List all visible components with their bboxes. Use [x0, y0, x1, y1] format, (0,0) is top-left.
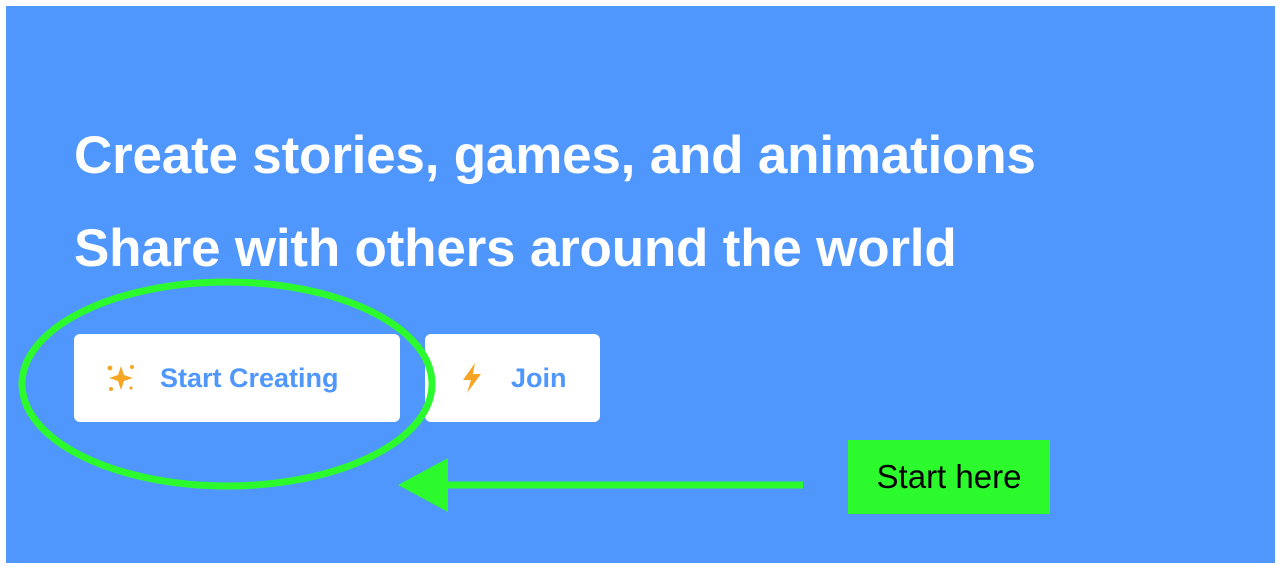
- start-here-text: Start here: [876, 458, 1022, 495]
- sparkles-icon: [104, 361, 138, 395]
- hero-banner: Create stories, games, and animations Sh…: [6, 6, 1275, 563]
- start-creating-label: Start Creating: [160, 362, 339, 393]
- join-button[interactable]: Join: [425, 334, 600, 422]
- start-creating-button[interactable]: Start Creating: [74, 334, 400, 422]
- lightning-bolt-icon: [455, 361, 489, 395]
- hero-headline-line-1: Create stories, games, and animations: [74, 126, 1036, 185]
- start-here-callout: Start here: [848, 440, 1050, 514]
- hero-headline-line-2: Share with others around the world: [74, 219, 957, 278]
- join-label: Join: [511, 362, 567, 393]
